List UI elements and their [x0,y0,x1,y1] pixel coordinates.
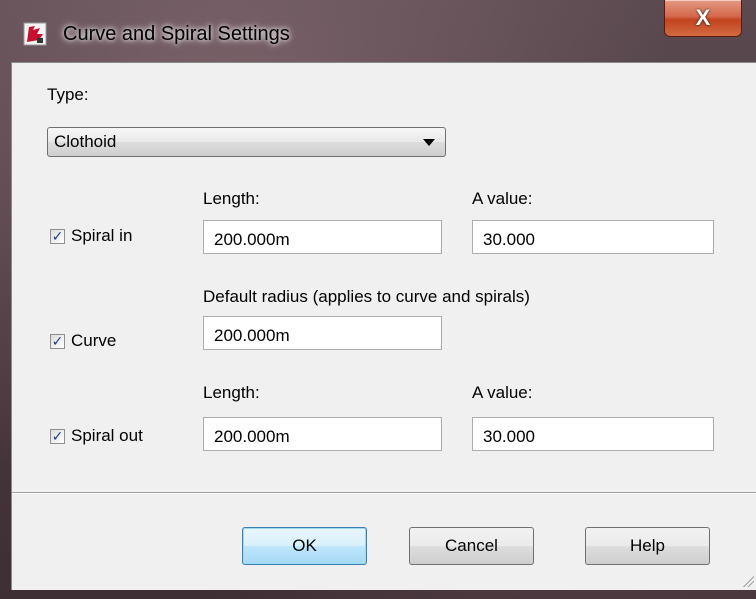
dialog-client-area: Type: Clothoid Length: A value: ✓ Spiral… [11,62,756,590]
check-icon: ✓ [51,333,64,349]
spiral-out-checkbox-row[interactable]: ✓ Spiral out [50,426,143,446]
spiral-in-checkbox[interactable]: ✓ [50,228,65,244]
spiral-out-length-input[interactable] [203,417,442,451]
spiral-in-length-input[interactable] [203,220,442,254]
close-button[interactable]: X [664,0,742,37]
divider [12,492,756,494]
type-dropdown[interactable]: Clothoid [47,127,446,157]
spiral-in-a-value-input[interactable] [472,220,714,254]
type-label: Type: [47,85,89,104]
title-bar[interactable]: Curve and Spiral Settings X [0,0,756,62]
help-button[interactable]: Help [585,527,710,565]
dialog-window: Curve and Spiral Settings X Type: Clotho… [0,0,756,599]
curve-checkbox-label: Curve [71,331,117,350]
spiral-out-a-value-label: A value: [472,383,533,402]
check-icon: ✓ [51,228,64,244]
ok-button[interactable]: OK [242,527,367,565]
close-icon: X [695,5,711,30]
resize-grip-icon[interactable] [740,573,754,587]
app-icon [23,22,47,46]
spiral-out-checkbox[interactable]: ✓ [50,428,65,444]
spiral-in-length-label: Length: [203,189,260,208]
curve-radius-input[interactable] [203,316,442,350]
curve-checkbox-row[interactable]: ✓ Curve [50,331,116,351]
cancel-button[interactable]: Cancel [409,527,534,565]
spiral-in-checkbox-row[interactable]: ✓ Spiral in [50,226,132,246]
check-icon: ✓ [51,428,64,444]
spiral-in-a-value-label: A value: [472,189,533,208]
spiral-out-a-value-input[interactable] [472,417,714,451]
type-dropdown-value: Clothoid [54,132,117,151]
spiral-out-length-label: Length: [203,383,260,402]
window-title: Curve and Spiral Settings [63,23,290,45]
spiral-out-checkbox-label: Spiral out [71,426,143,445]
spiral-in-checkbox-label: Spiral in [71,226,133,245]
chevron-down-icon [423,139,435,146]
curve-radius-label: Default radius (applies to curve and spi… [203,287,530,306]
curve-checkbox[interactable]: ✓ [50,333,65,349]
